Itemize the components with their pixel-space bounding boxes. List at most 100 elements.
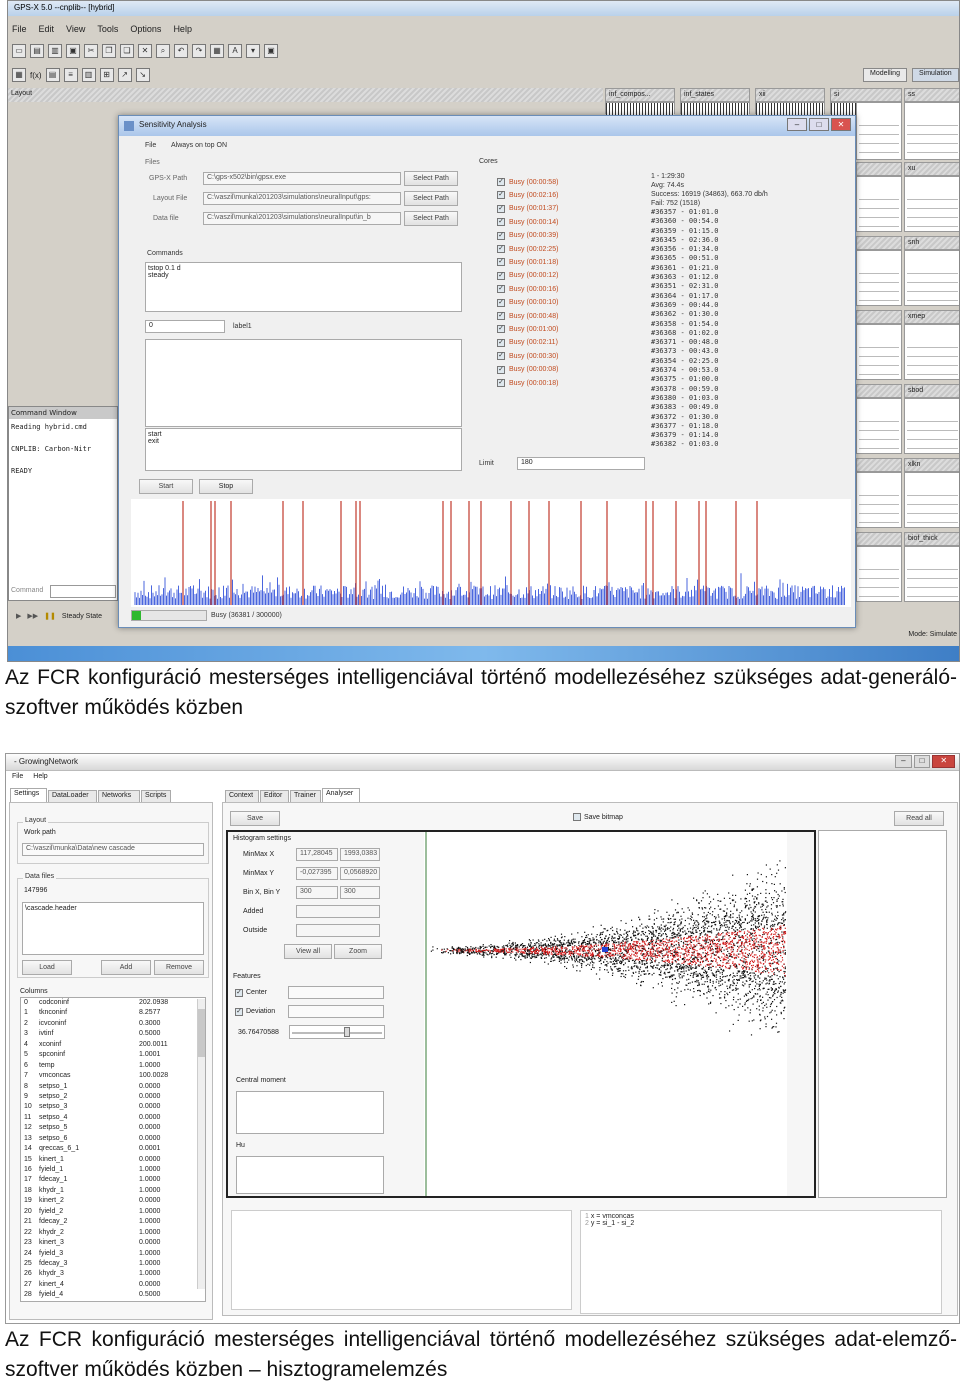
column-row[interactable]: 11 setpso_4 0.0000 [21, 1113, 205, 1123]
core-row[interactable]: ✓ Busy (00:00:58) [497, 178, 558, 186]
pane-header[interactable] [856, 384, 902, 398]
column-row[interactable]: 22 khydr_2 1.0000 [21, 1228, 205, 1238]
column-row[interactable]: 13 setpso_6 0.0000 [21, 1134, 205, 1144]
select-path-button[interactable]: Select Path [404, 191, 458, 206]
column-row[interactable]: 1 tknconinf 8.2577 [21, 1008, 205, 1018]
pane-header[interactable] [856, 162, 902, 176]
column-row[interactable]: 26 khydr_3 1.0000 [21, 1269, 205, 1279]
bin-x-input[interactable]: 300 [296, 886, 338, 899]
threshold-slider[interactable] [289, 1025, 385, 1039]
stop-button[interactable]: Stop [199, 479, 253, 494]
checkbox-icon[interactable]: ✓ [497, 245, 505, 253]
column-row[interactable]: 28 fyield_4 0.5000 [21, 1290, 205, 1300]
work-path-input[interactable]: C:\vaszil\munka\Data\new cascade [22, 843, 204, 856]
column-row[interactable]: 17 fdecay_1 1.0000 [21, 1175, 205, 1185]
pane-header[interactable] [856, 532, 902, 546]
data-file-input[interactable]: C:\vaszil\munka\201203\simulations\neura… [203, 212, 401, 225]
checkbox-icon[interactable]: ✓ [497, 258, 505, 267]
column-row[interactable]: 4 xconinf 200.0011 [21, 1040, 205, 1050]
chart-icon[interactable]: ↘ [135, 68, 150, 82]
core-row[interactable]: ✓ Busy (00:00:14) [497, 218, 558, 227]
checkbox-icon[interactable]: ✓ [497, 379, 505, 387]
column-row[interactable]: 15 kinert_1 0.0000 [21, 1155, 205, 1165]
center-checkbox[interactable]: ✓ Center [235, 989, 267, 997]
menu-item[interactable]: Options [130, 24, 161, 34]
toolbar-icon[interactable]: ✂ [84, 44, 98, 58]
menu-file[interactable]: File [12, 773, 23, 783]
column-row[interactable]: 12 setpso_5 0.0000 [21, 1123, 205, 1133]
column-row[interactable]: 23 kinert_3 0.0000 [21, 1238, 205, 1248]
column-row[interactable]: 25 fdecay_3 1.0000 [21, 1259, 205, 1269]
close-button[interactable]: ✕ [831, 118, 851, 131]
step-icon[interactable]: ▶▶ [27, 612, 38, 620]
layout-file-input[interactable]: C:\vaszil\munka\201203\simulations\neura… [203, 192, 401, 205]
toolbar-icon[interactable]: A [228, 44, 242, 58]
limit-input[interactable]: 180 [517, 457, 645, 470]
pane-header[interactable] [856, 458, 902, 472]
menu-file[interactable]: File [145, 142, 156, 149]
toolbar-icon[interactable]: ▤ [30, 44, 44, 58]
column-row[interactable]: 20 fyield_2 1.0000 [21, 1207, 205, 1217]
toolbar-icon[interactable]: ▣ [66, 44, 80, 58]
core-row[interactable]: ✓ Busy (00:01:37) [497, 204, 558, 213]
pane-header[interactable]: si [830, 88, 902, 102]
core-row[interactable]: ✓ Busy (00:00:30) [497, 352, 558, 361]
core-row[interactable]: ✓ Busy (00:00:12) [497, 271, 558, 280]
column-row[interactable]: 0 codconinf 202.0938 [21, 998, 205, 1008]
minmax-y-min[interactable]: -0,027395 [296, 867, 338, 880]
remove-button[interactable]: Remove [154, 960, 204, 975]
slider-thumb[interactable] [344, 1027, 351, 1037]
save-bitmap-checkbox[interactable]: Save bitmap [573, 813, 623, 821]
menu-item[interactable]: Help [173, 24, 192, 34]
maximize-button[interactable]: □ [809, 118, 829, 131]
maximize-button[interactable]: □ [913, 755, 931, 768]
start-button[interactable]: Start [139, 479, 193, 494]
modelling-button[interactable]: Modelling [863, 68, 907, 82]
save-button[interactable]: Save [230, 811, 280, 826]
toolbar-icon[interactable]: ▦ [12, 68, 26, 82]
core-row[interactable]: ✓ Busy (00:02:25) [497, 245, 558, 253]
toolbar-icon[interactable]: ⌕ [156, 44, 170, 58]
column-row[interactable]: 3 ivtinf 0.5000 [21, 1029, 205, 1039]
toolbar-icon[interactable]: ▣ [264, 44, 278, 58]
toolbar-icon[interactable]: ▭ [12, 44, 26, 58]
toolbar-icon[interactable]: ✕ [138, 44, 152, 58]
column-row[interactable]: 18 khydr_1 1.0000 [21, 1186, 205, 1196]
column-row[interactable]: 7 vmconcas 100.0028 [21, 1071, 205, 1081]
load-button[interactable]: Load [22, 960, 72, 975]
toolbar-icon[interactable]: ▤ [45, 68, 60, 82]
toolbar-icon[interactable]: ▾ [246, 44, 260, 58]
toolbar-icon[interactable]: ▥ [81, 68, 96, 82]
toolbar-icon[interactable]: ▥ [48, 44, 62, 58]
core-row[interactable]: ✓ Busy (00:00:16) [497, 285, 558, 294]
checkbox-icon[interactable]: ✓ [497, 285, 505, 294]
pane-header[interactable]: xlkn [904, 458, 959, 472]
checkbox-icon[interactable]: ✓ [497, 312, 505, 320]
core-row[interactable]: ✓ Busy (00:00:10) [497, 298, 558, 307]
core-row[interactable]: ✓ Busy (00:00:18) [497, 379, 558, 387]
minmax-y-max[interactable]: 0,0568920 [340, 867, 380, 880]
column-row[interactable]: 24 fyield_3 1.0000 [21, 1249, 205, 1259]
spin-input[interactable]: 0 [145, 320, 225, 333]
columns-scrollbar[interactable] [197, 999, 205, 1289]
column-row[interactable]: 10 setpso_3 0.0000 [21, 1102, 205, 1112]
checkbox-icon[interactable] [573, 813, 581, 821]
chart-icon[interactable]: ↗ [117, 68, 132, 82]
menu-item[interactable]: Tools [97, 24, 118, 34]
column-row[interactable]: 2 icvconinf 0.3000 [21, 1019, 205, 1029]
core-row[interactable]: ✓ Busy (00:01:00) [497, 325, 558, 334]
fx-button[interactable]: f(x) [30, 71, 42, 80]
column-row[interactable]: 9 setpso_2 0.0000 [21, 1092, 205, 1102]
checkbox-icon[interactable]: ✓ [497, 365, 505, 374]
core-row[interactable]: ✓ Busy (00:01:18) [497, 258, 558, 267]
data-file-list[interactable]: \cascade.header [22, 902, 204, 955]
checkbox-icon[interactable]: ✓ [497, 271, 505, 280]
pane-header[interactable]: xii [755, 88, 825, 102]
pane-header[interactable]: inf_compos... [605, 88, 675, 102]
read-all-button[interactable]: Read all [894, 811, 944, 826]
core-row[interactable]: ✓ Busy (00:02:16) [497, 191, 558, 200]
toolbar-icon[interactable]: ≡ [63, 68, 78, 82]
pane-header[interactable]: inf_states [680, 88, 750, 102]
core-row[interactable]: ✓ Busy (00:00:39) [497, 231, 558, 240]
pane-header[interactable]: sbod [904, 384, 959, 398]
